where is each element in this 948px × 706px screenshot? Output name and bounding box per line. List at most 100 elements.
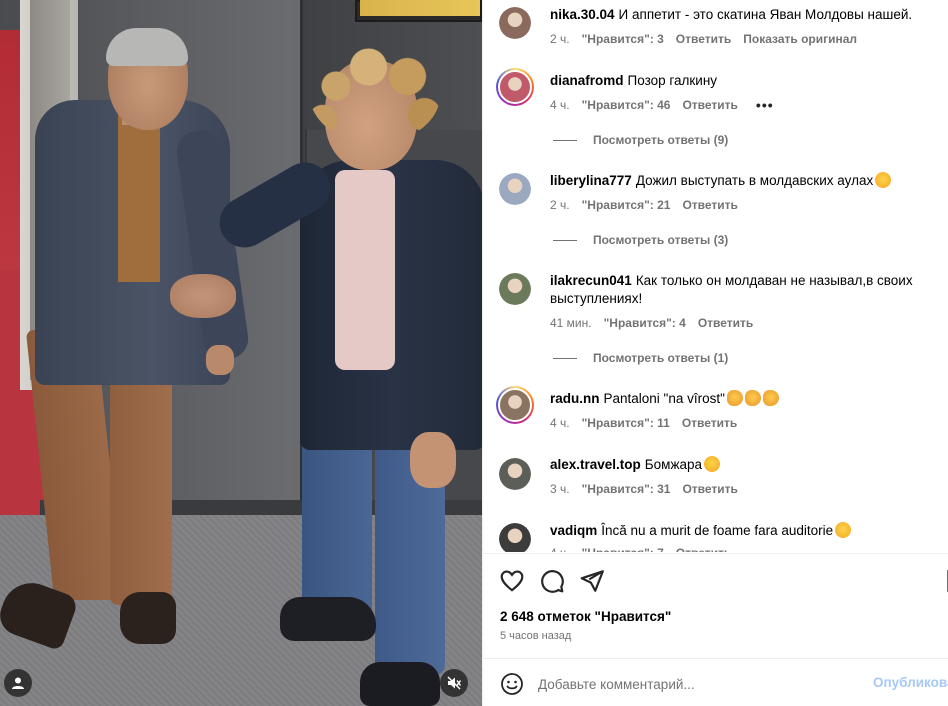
person-left-shoe bbox=[120, 592, 176, 644]
replies-dash bbox=[553, 239, 577, 241]
comment-likes[interactable]: "Нравится": 4 bbox=[604, 316, 686, 330]
comment-text-block: ilakrecun041 Как только он молдаван не на… bbox=[550, 272, 929, 308]
comment-likes[interactable]: "Нравится": 3 bbox=[582, 32, 664, 46]
avatar[interactable] bbox=[499, 7, 531, 39]
avatar-image bbox=[498, 388, 532, 422]
likes-count[interactable]: 2 648 отметок "Нравится" bbox=[500, 609, 671, 624]
person-left-hand bbox=[206, 345, 234, 375]
comment-likes[interactable]: "Нравится": 11 bbox=[582, 416, 670, 430]
view-replies-label: Посмотреть ответы (1) bbox=[593, 351, 729, 365]
comment-text: Позор галкину bbox=[627, 73, 718, 88]
comment-username[interactable]: ilakrecun041 bbox=[550, 273, 632, 288]
emoji-icon bbox=[726, 390, 743, 406]
post-side-panel: nika.30.04 И аппетит - это скатина Яван М… bbox=[482, 0, 948, 706]
comment-likes[interactable]: "Нравится": 46 bbox=[582, 98, 671, 112]
avatar[interactable] bbox=[499, 458, 531, 490]
tagged-users-button[interactable] bbox=[4, 669, 32, 697]
comment-text-block: radu.nn Pantaloni "na vîrost" bbox=[550, 390, 929, 408]
avatar[interactable] bbox=[499, 523, 531, 552]
emoji-icon bbox=[875, 172, 892, 188]
comment-time[interactable]: 2 ч. bbox=[550, 32, 570, 46]
muted-speaker-icon bbox=[447, 676, 461, 690]
comment-meta: 41 мин. "Нравится": 4 Ответить bbox=[550, 316, 753, 330]
comment-username[interactable]: dianafromd bbox=[550, 73, 624, 88]
reply-button[interactable]: Ответить bbox=[698, 316, 753, 330]
publish-button[interactable]: Опубликовать bbox=[873, 675, 948, 690]
comment-text-block: alex.travel.top Бомжара bbox=[550, 456, 929, 474]
comment-meta: 4 ч. "Нравится": 7 Ответить bbox=[550, 546, 731, 552]
post-media-video[interactable] bbox=[0, 0, 482, 706]
view-replies-label: Посмотреть ответы (3) bbox=[593, 233, 729, 247]
comment-likes[interactable]: "Нравится": 31 bbox=[582, 482, 671, 496]
avatar-image bbox=[499, 7, 531, 39]
reply-button[interactable]: Ответить bbox=[682, 482, 737, 496]
avatar[interactable] bbox=[499, 173, 531, 205]
avatar[interactable] bbox=[496, 386, 534, 424]
person-left-hair bbox=[106, 28, 188, 66]
comment-text: Pantaloni "na vîrost" bbox=[604, 390, 779, 406]
reply-button[interactable]: Ответить bbox=[682, 198, 737, 212]
emoji-icon bbox=[762, 390, 779, 406]
comment-meta: 4 ч. "Нравится": 46 Ответить ••• bbox=[550, 97, 774, 113]
avatar-image bbox=[499, 173, 531, 205]
paper-plane-icon[interactable] bbox=[579, 568, 605, 594]
comment-time[interactable]: 4 ч. bbox=[550, 98, 570, 112]
comment-text-block: dianafromd Позор галкину bbox=[550, 72, 929, 90]
comment-meta: 2 ч. "Нравится": 21 Ответить bbox=[550, 198, 738, 212]
person-right-hand bbox=[410, 432, 456, 488]
avatar-image bbox=[498, 70, 532, 104]
comment-meta: 3 ч. "Нравится": 31 Ответить bbox=[550, 482, 738, 496]
comment-time[interactable]: 3 ч. bbox=[550, 482, 570, 496]
post-timestamp[interactable]: 5 часов назад bbox=[500, 630, 571, 642]
comment-input[interactable] bbox=[538, 672, 858, 696]
avatar-image bbox=[499, 458, 531, 490]
person-right-curly-hair bbox=[310, 48, 440, 143]
comment-username[interactable]: vadiqm bbox=[550, 523, 597, 538]
emoji-icon bbox=[704, 456, 721, 472]
view-replies-button[interactable]: Посмотреть ответы (1) bbox=[553, 351, 728, 365]
reply-button[interactable]: Ответить bbox=[676, 546, 731, 552]
comments-list[interactable]: nika.30.04 И аппетит - это скатина Яван М… bbox=[483, 0, 948, 552]
view-replies-label: Посмотреть ответы (9) bbox=[593, 133, 729, 147]
person-right-sneaker bbox=[360, 662, 440, 706]
comment-text-block: liberylina777 Дожил выступать в молдавски… bbox=[550, 172, 929, 190]
wall-screen-display bbox=[360, 0, 480, 16]
comment-text: Дожил выступать в молдавских аулах bbox=[636, 172, 892, 188]
mute-toggle-button[interactable] bbox=[440, 669, 468, 697]
reply-button[interactable]: Ответить bbox=[676, 32, 731, 46]
view-replies-button[interactable]: Посмотреть ответы (9) bbox=[553, 133, 728, 147]
comment-time[interactable]: 4 ч. bbox=[550, 416, 570, 430]
comment-username[interactable]: radu.nn bbox=[550, 391, 600, 406]
view-replies-button[interactable]: Посмотреть ответы (3) bbox=[553, 233, 728, 247]
person-right-sneaker bbox=[280, 597, 376, 641]
heart-icon[interactable] bbox=[499, 568, 525, 594]
comment-username[interactable]: nika.30.04 bbox=[550, 7, 615, 22]
replies-dash bbox=[553, 139, 577, 141]
comment-text: И аппетит - это скатина Яван Молдовы наш… bbox=[618, 7, 913, 22]
comment-text: Încă nu a murit de foame fara auditorie bbox=[601, 522, 852, 538]
bookmark-icon[interactable] bbox=[943, 568, 948, 594]
comment-time[interactable]: 2 ч. bbox=[550, 198, 570, 212]
reply-button[interactable]: Ответить bbox=[682, 416, 737, 430]
avatar[interactable] bbox=[499, 273, 531, 305]
show-original-button[interactable]: Показать оригинал bbox=[743, 32, 857, 46]
emoji-icon[interactable] bbox=[500, 672, 524, 696]
comment-time[interactable]: 41 мин. bbox=[550, 316, 592, 330]
comment-username[interactable]: liberylina777 bbox=[550, 173, 632, 188]
comment-text: Бомжара bbox=[645, 456, 721, 472]
avatar[interactable] bbox=[496, 68, 534, 106]
person-right-shirt bbox=[335, 170, 395, 370]
comment-likes[interactable]: "Нравится": 21 bbox=[582, 198, 671, 212]
reply-button[interactable]: Ответить bbox=[682, 98, 737, 112]
add-comment-bar: Опубликовать bbox=[483, 658, 948, 706]
comment-username[interactable]: alex.travel.top bbox=[550, 457, 641, 472]
comment-time[interactable]: 4 ч. bbox=[550, 546, 570, 552]
comment-text-block: nika.30.04 И аппетит - это скатина Яван М… bbox=[550, 6, 929, 24]
emoji-icon bbox=[835, 522, 852, 538]
handshake bbox=[170, 274, 236, 318]
more-options-icon[interactable]: ••• bbox=[756, 97, 774, 113]
user-icon bbox=[12, 677, 24, 689]
emoji-icon bbox=[744, 390, 761, 406]
comment-likes[interactable]: "Нравится": 7 bbox=[582, 546, 664, 552]
comment-icon[interactable] bbox=[539, 568, 565, 594]
